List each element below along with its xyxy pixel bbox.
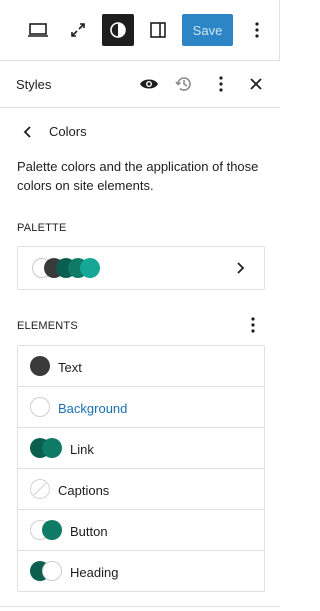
element-item-heading[interactable]: Heading (18, 551, 264, 592)
element-label: Captions (58, 483, 110, 498)
panel-more-icon[interactable] (208, 71, 234, 97)
elements-label: ELEMENTS (17, 320, 78, 332)
preview-icon[interactable] (136, 71, 162, 97)
element-item-button[interactable]: Button (18, 510, 264, 551)
close-icon[interactable] (243, 71, 269, 97)
button-bg-color-indicator (42, 520, 62, 540)
elements-more-icon[interactable] (245, 316, 261, 334)
element-label: Link (70, 442, 94, 457)
top-toolbar: Save (0, 0, 280, 61)
panel-title: Styles (16, 77, 52, 92)
text-color-indicator (30, 356, 50, 376)
element-label: Background (58, 401, 128, 416)
chevron-right-icon (237, 262, 245, 274)
back-button[interactable] (16, 120, 40, 144)
heading-bg-color-indicator (42, 561, 62, 581)
link-hover-color-indicator (42, 438, 62, 458)
element-label: Button (70, 524, 108, 539)
background-color-indicator (30, 397, 50, 417)
save-button[interactable]: Save (182, 14, 233, 46)
chevron-left-icon (23, 126, 31, 138)
sidebar-icon[interactable] (142, 14, 174, 46)
fullscreen-icon[interactable] (62, 14, 94, 46)
palette-swatch-teal (80, 258, 100, 278)
divider (0, 606, 280, 607)
palette-button[interactable] (17, 246, 265, 290)
panel-header: Styles (0, 61, 280, 108)
palette-label: PALETTE (17, 222, 67, 234)
element-item-captions[interactable]: Captions (18, 469, 264, 510)
more-icon[interactable] (241, 14, 273, 46)
element-label: Text (58, 360, 82, 375)
elements-list: Text Background Link Captions Button Hea… (17, 345, 265, 592)
styles-icon[interactable] (102, 14, 134, 46)
description: Palette colors and the application of th… (17, 159, 259, 193)
element-item-link[interactable]: Link (18, 428, 264, 469)
captions-color-indicator (30, 479, 50, 499)
element-label: Heading (70, 565, 119, 580)
revisions-icon[interactable] (171, 71, 197, 97)
page-title: Colors (49, 124, 87, 139)
element-item-background[interactable]: Background (18, 387, 264, 428)
desktop-icon[interactable] (22, 14, 54, 46)
element-item-text[interactable]: Text (18, 346, 264, 387)
